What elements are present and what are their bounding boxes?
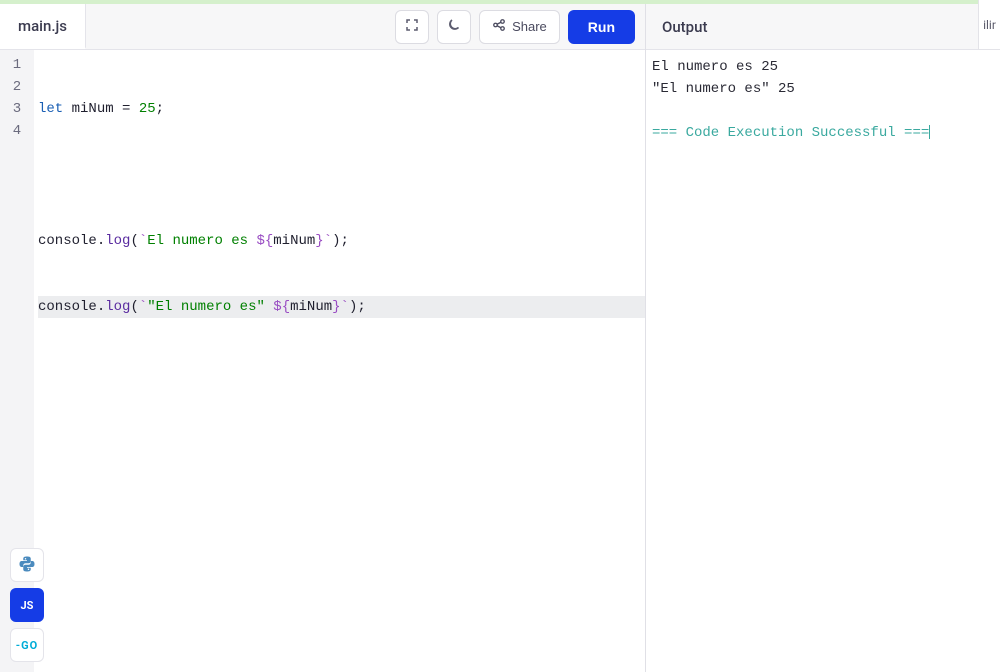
file-tab-label: main.js <box>18 17 67 35</box>
code-line: let miNum = 25; <box>38 98 645 120</box>
main-container: main.js <box>0 4 1000 672</box>
editor-header: main.js <box>0 4 645 50</box>
output-success-text: === Code Execution Successful === <box>652 125 929 141</box>
output-content: El numero es 25 "El numero es" 25 === Co… <box>646 50 1000 150</box>
moon-icon <box>446 17 462 36</box>
output-line <box>652 100 994 122</box>
theme-button[interactable] <box>437 10 471 44</box>
line-number: 4 <box>0 120 34 142</box>
output-line: "El numero es" 25 <box>652 78 994 100</box>
lang-js-button-active[interactable]: JS <box>10 588 44 622</box>
lang-python-button[interactable] <box>10 548 44 582</box>
lang-go-button[interactable]: -GO <box>10 628 44 662</box>
share-label: Share <box>512 19 547 34</box>
editor-panel: main.js <box>0 4 646 672</box>
fullscreen-button[interactable] <box>395 10 429 44</box>
run-button[interactable]: Run <box>568 10 635 44</box>
output-cursor <box>929 125 930 139</box>
share-button[interactable]: Share <box>479 10 560 44</box>
file-tab[interactable]: main.js <box>0 4 86 49</box>
output-success-line: === Code Execution Successful === <box>652 122 994 144</box>
code-line-active: console.log(`"El numero es" ${miNum}`); <box>38 296 645 318</box>
output-line: El numero es 25 <box>652 56 994 78</box>
output-header: Output <box>646 4 1000 50</box>
language-sidebar: JS -GO <box>10 548 44 662</box>
right-edge-fragment: ilir <box>978 0 1000 50</box>
js-label: JS <box>21 599 34 612</box>
run-label: Run <box>588 19 615 35</box>
output-panel: Output El numero es 25 "El numero es" 25… <box>646 4 1000 672</box>
code-content[interactable]: let miNum = 25; console.log(`El numero e… <box>34 50 645 672</box>
fullscreen-icon <box>404 17 420 36</box>
output-title: Output <box>662 18 707 36</box>
code-line <box>38 164 645 186</box>
python-icon <box>18 555 36 576</box>
line-number: 1 <box>0 54 34 76</box>
line-number: 3 <box>0 98 34 120</box>
code-line: console.log(`El numero es ${miNum}`); <box>38 230 645 252</box>
code-area[interactable]: 1 2 3 4 let miNum = 25; console.log(`El … <box>0 50 645 672</box>
line-number: 2 <box>0 76 34 98</box>
share-icon <box>492 18 506 35</box>
go-label: -GO <box>16 639 38 652</box>
